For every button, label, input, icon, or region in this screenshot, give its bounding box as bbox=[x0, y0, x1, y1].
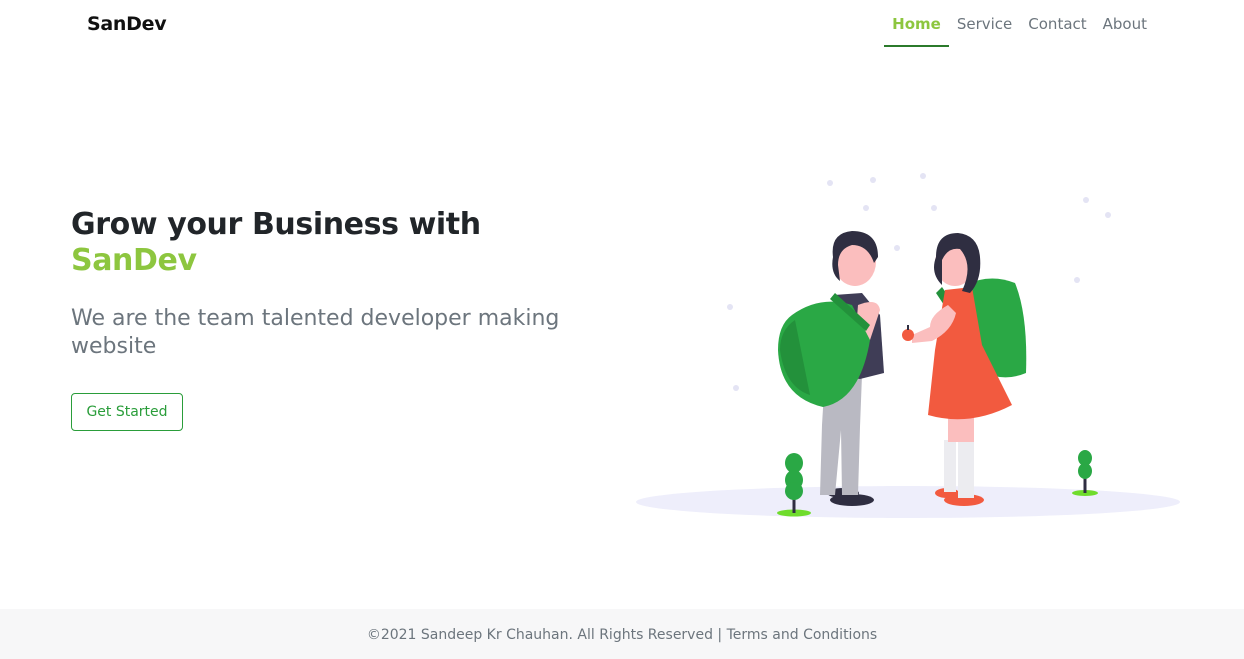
get-started-button[interactable]: Get Started bbox=[71, 393, 183, 431]
hero-subtitle: We are the team talented developer makin… bbox=[71, 306, 560, 359]
hero-title: Grow your Business with SanDev bbox=[71, 207, 481, 279]
navbar: SanDev Home Service Contact About bbox=[0, 0, 1244, 52]
hero-title-text: Grow your Business with bbox=[71, 207, 481, 242]
nav-item-home[interactable]: Home bbox=[884, 0, 949, 47]
students-illustration-icon bbox=[636, 173, 1180, 518]
brand-logo[interactable]: SanDev bbox=[87, 13, 167, 35]
hero-brand-text: SanDev bbox=[71, 243, 197, 278]
footer-copyright: ©2021 Sandeep Kr Chauhan. All Rights Res… bbox=[366, 627, 713, 643]
nav-item-contact[interactable]: Contact bbox=[1020, 0, 1094, 47]
nav-menu: Home Service Contact About bbox=[884, 0, 1155, 52]
nav-item-about[interactable]: About bbox=[1095, 0, 1155, 47]
nav-item-service[interactable]: Service bbox=[949, 0, 1020, 47]
terms-link[interactable]: Terms and Conditions bbox=[727, 627, 878, 643]
footer-separator: | bbox=[712, 627, 727, 643]
footer: ©2021 Sandeep Kr Chauhan. All Rights Res… bbox=[0, 609, 1244, 659]
